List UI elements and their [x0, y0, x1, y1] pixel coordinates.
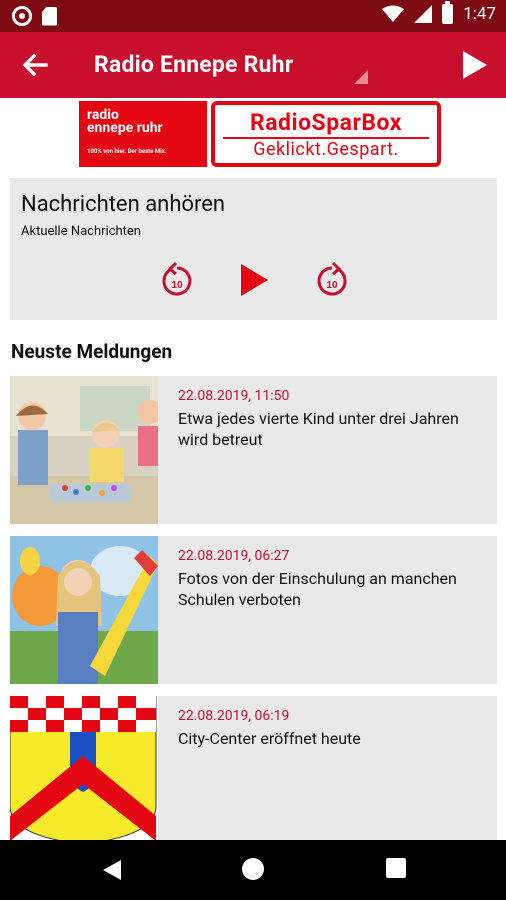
sparbox-slogan: Geklickt.Gespart.: [253, 139, 399, 160]
dropdown-indicator-icon[interactable]: [354, 70, 368, 84]
banner-ad[interactable]: radio ennepe ruhr 100% von hier. Der bes…: [79, 101, 441, 167]
nav-home-icon[interactable]: [242, 858, 264, 880]
news-item[interactable]: 22.08.2019, 06:19 City-Center eröffnet h…: [10, 696, 497, 844]
notification-circle-icon: [12, 6, 32, 26]
logo-tagline: 100% von hier. Der beste Mix.: [87, 148, 167, 155]
news-title: Fotos von der Einschulung an manchen Sch…: [178, 569, 457, 609]
sparbox-title: RadioSparBox: [249, 109, 403, 136]
forward-10-icon[interactable]: 10: [315, 262, 349, 298]
news-date: 22.08.2019, 06:27: [178, 548, 290, 564]
signal-icon: [414, 5, 433, 23]
wifi-icon: [382, 5, 405, 22]
status-bar: 1:47: [0, 0, 506, 32]
status-time: 1:47: [463, 4, 496, 24]
rewind-label: 10: [171, 280, 183, 291]
news-date: 22.08.2019, 11:50: [178, 388, 290, 404]
news-date: 22.08.2019, 06:19: [178, 708, 290, 724]
rewind-10-icon[interactable]: 10: [160, 262, 194, 298]
system-nav-bar: [0, 840, 506, 900]
logo-line2: ennepe ruhr: [87, 120, 163, 136]
audio-subtitle: Aktuelle Nachrichten: [21, 224, 141, 239]
arrow-left-icon[interactable]: [18, 48, 52, 82]
section-title: Neuste Meldungen: [11, 340, 173, 363]
battery-icon: [442, 1, 454, 24]
news-title: Etwa jedes vierte Kind unter drei Jahren…: [178, 409, 459, 449]
news-item[interactable]: 22.08.2019, 06:27 Fotos von der Einschul…: [10, 536, 497, 684]
sim-card-icon: [42, 6, 57, 26]
nav-back-icon[interactable]: [101, 858, 123, 882]
girl-school-cone-image: [10, 536, 158, 684]
play-icon[interactable]: [460, 50, 488, 80]
audio-heading: Nachrichten anhören: [21, 192, 226, 217]
radio-ennepe-ruhr-logo: radio ennepe ruhr 100% von hier. Der bes…: [79, 101, 207, 167]
app-bar: Radio Ennepe Ruhr: [0, 32, 506, 98]
station-title[interactable]: Radio Ennepe Ruhr: [94, 51, 293, 78]
news-audio-panel: Nachrichten anhören Aktuelle Nachrichten…: [10, 178, 497, 320]
forward-label: 10: [326, 280, 338, 291]
nav-recents-icon[interactable]: [386, 858, 406, 878]
coat-of-arms-image: [10, 696, 158, 844]
news-title: City-Center eröffnet heute: [178, 729, 361, 748]
children-playing-image: [10, 376, 158, 524]
news-item[interactable]: 22.08.2019, 11:50 Etwa jedes vierte Kind…: [10, 376, 497, 524]
radiosparbox-logo: RadioSparBox Geklickt.Gespart.: [211, 101, 441, 167]
play-news-icon[interactable]: [238, 262, 270, 298]
